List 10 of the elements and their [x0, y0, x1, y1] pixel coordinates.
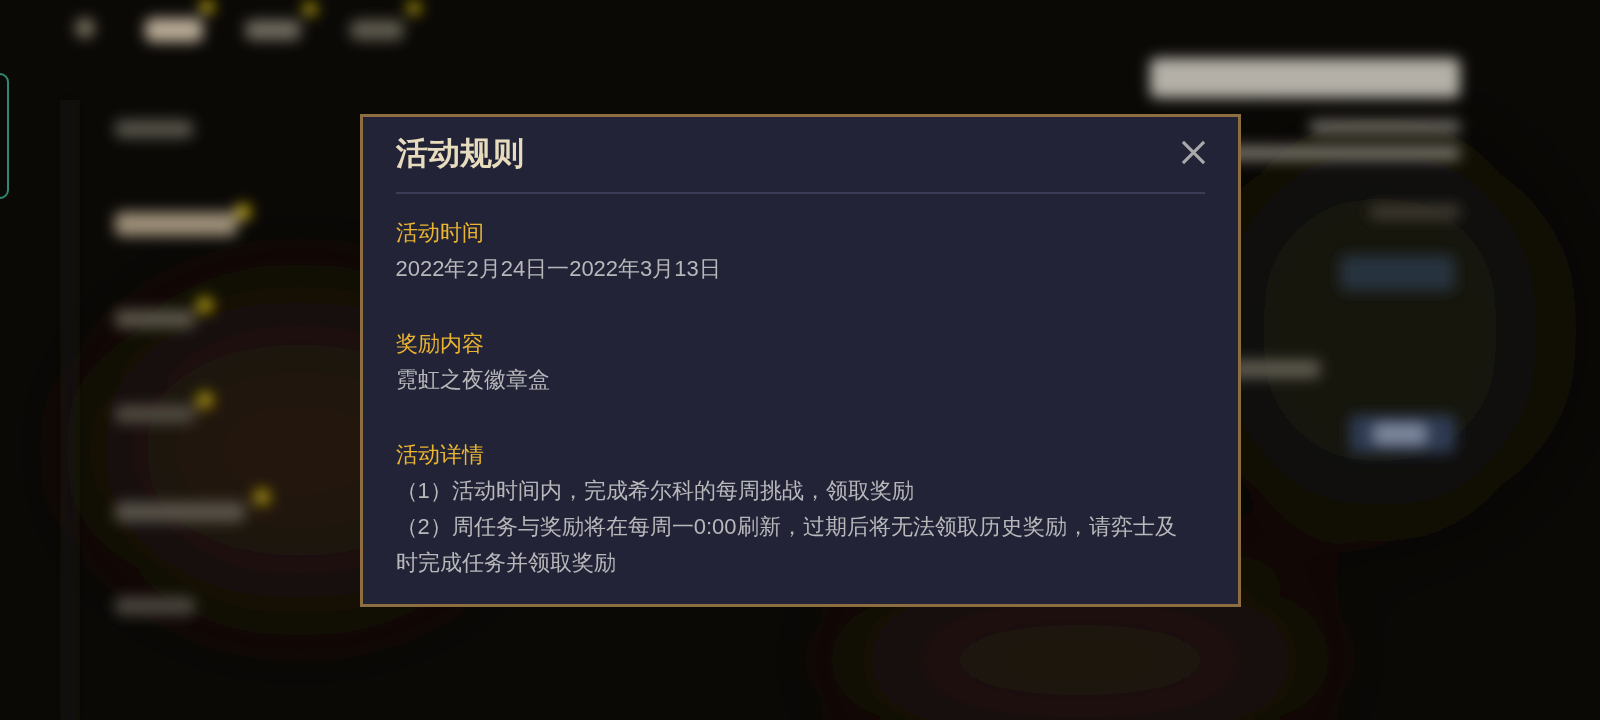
section-text: 2022年2月24日一2022年3月13日: [395, 254, 721, 283]
dialog-title: 活动规则: [395, 133, 524, 173]
close-button[interactable]: [1179, 138, 1208, 167]
section-text: （1）活动时间内，完成希尔科的每周挑战，领取奖励: [395, 476, 914, 505]
section-text: 霓虹之夜徽章盒: [395, 365, 550, 394]
section-heading: 奖励内容: [395, 329, 484, 358]
section-text: （2）周任务与奖励将在每周一0:00刷新，过期后将无法领取历史奖励，请弈士及时完成任务并领取奖励: [395, 512, 1178, 577]
section-heading: 活动详情: [395, 440, 484, 469]
section-heading: 活动时间: [395, 218, 484, 247]
close-icon: [1181, 140, 1206, 165]
